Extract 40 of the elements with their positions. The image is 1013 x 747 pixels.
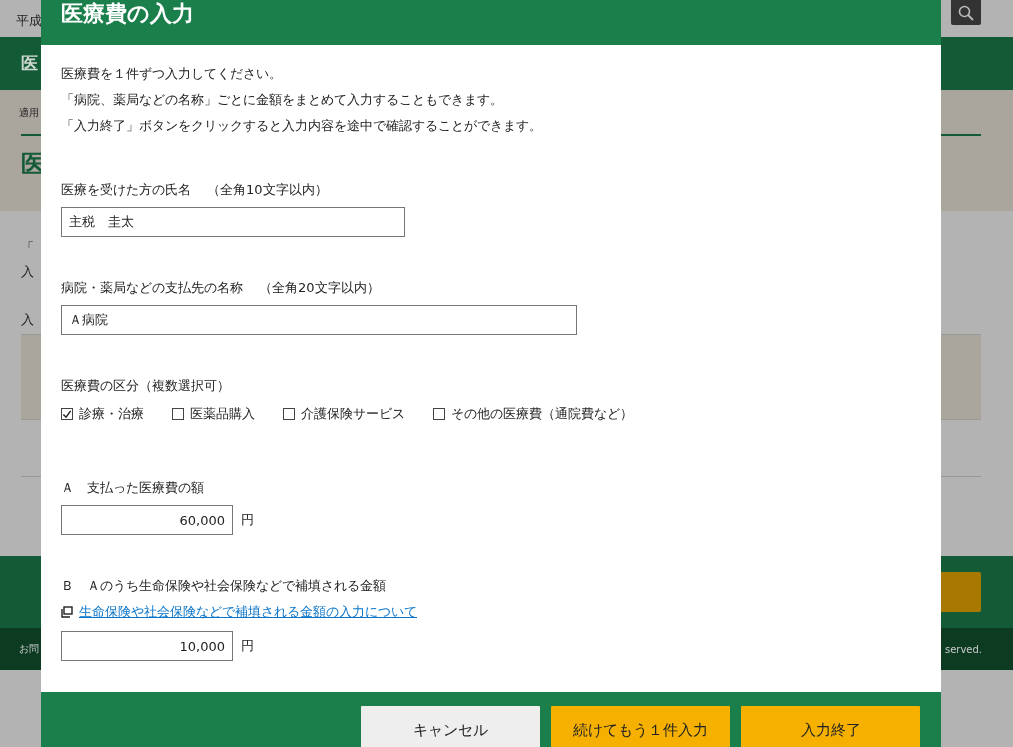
dialog-button[interactable]: キャンセル bbox=[361, 706, 540, 747]
dialog-title: 医療費の入力 bbox=[61, 0, 194, 28]
checkbox-label: 医薬品購入 bbox=[190, 405, 255, 423]
checkbox[interactable] bbox=[172, 408, 184, 420]
checkbox[interactable] bbox=[283, 408, 295, 420]
field-label: Ａ 支払った医療費の額 bbox=[61, 479, 204, 497]
amount-field[interactable]: 10,000 bbox=[61, 631, 233, 661]
instruction-text: 「病院、薬局などの名称」ごとに金額をまとめて入力することもできます。 bbox=[61, 91, 504, 109]
payee-field[interactable]: Ａ病院 bbox=[61, 305, 577, 335]
nav-title: 医 bbox=[21, 52, 38, 75]
copyright-text: served. bbox=[944, 643, 982, 655]
unit-label: 円 bbox=[241, 637, 254, 655]
body-text: 入 bbox=[21, 263, 34, 281]
site-subtitle: 平成 bbox=[16, 12, 42, 30]
new-window-icon bbox=[61, 606, 73, 618]
field-label: Ｂ Ａのうち生命保険や社会保険などで補填される金額 bbox=[61, 577, 386, 595]
dialog-button[interactable]: 続けてもう１件入力 bbox=[551, 706, 730, 747]
breadcrumb: 適用 bbox=[19, 106, 40, 120]
amount-field[interactable]: 60,000 bbox=[61, 505, 233, 535]
field-label: 病院・薬局などの支払先の名称 bbox=[61, 279, 243, 297]
checkbox[interactable] bbox=[61, 408, 73, 420]
unit-label: 円 bbox=[241, 511, 254, 529]
checkbox[interactable] bbox=[433, 408, 445, 420]
section-label: 入 bbox=[21, 311, 34, 329]
dialog-button[interactable]: 入力終了 bbox=[741, 706, 920, 747]
instruction-text: 「入力終了」ボタンをクリックすると入力内容を途中で確認することができます。 bbox=[61, 117, 542, 135]
field-label: 医療費の区分（複数選択可） bbox=[61, 377, 230, 395]
search-icon bbox=[958, 4, 974, 21]
checkbox-label: 介護保険サービス bbox=[301, 405, 405, 423]
footer-link[interactable]: お問 bbox=[19, 642, 39, 656]
help-link[interactable]: 生命保険や社会保険などで補填される金額の入力について bbox=[79, 603, 417, 621]
instruction-text: 医療費を１件ずつ入力してください。 bbox=[61, 65, 283, 83]
body-text: 「 bbox=[21, 239, 34, 257]
checkbox-label: 診療・治療 bbox=[79, 405, 144, 423]
name-field[interactable]: 主税 圭太 bbox=[61, 207, 405, 237]
field-hint: （全角20文字以内） bbox=[259, 279, 380, 297]
checkbox-label: その他の医療費（通院費など） bbox=[451, 405, 633, 423]
field-label: 医療を受けた方の氏名 bbox=[61, 181, 191, 199]
field-hint: （全角10文字以内） bbox=[207, 181, 328, 199]
search-button[interactable] bbox=[951, 0, 981, 25]
